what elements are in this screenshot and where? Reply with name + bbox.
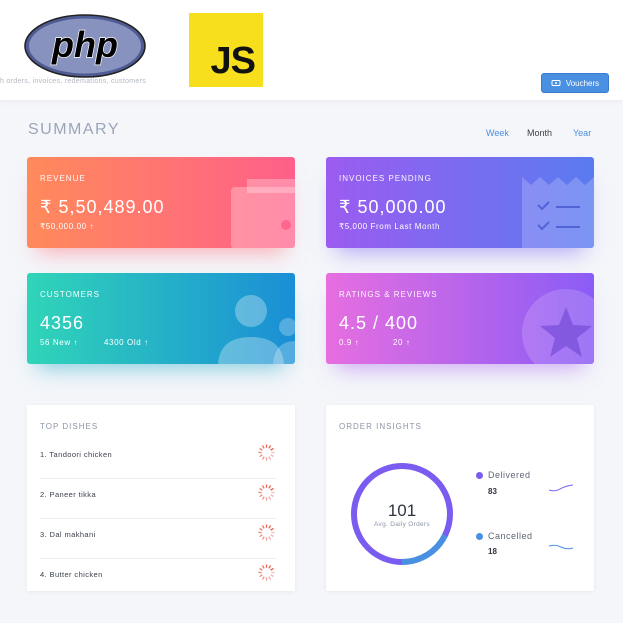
dish-name: 1. Tandoori chicken [40,450,113,459]
cancelled-dot-icon [476,533,483,540]
spinner-tick [270,534,274,538]
spinner-tick [259,527,263,531]
dish-name: 4. Butter chicken [40,570,103,579]
spinner-tick [268,445,272,449]
spinner-tick [270,527,274,531]
invoices-pending-card[interactable]: INVOICES PENDING ₹ 50,000.00 ₹5,000 From… [326,157,594,248]
invoices-label: INVOICES PENDING [339,174,432,183]
vouchers-button[interactable]: Vouchers [541,73,609,93]
spinner-tick [261,485,265,489]
spinner-tick [261,496,265,500]
loading-spinner-icon [258,444,275,461]
spinner-tick [268,536,272,540]
customers-value: 4356 [40,313,85,333]
dish-item[interactable]: 1. Tandoori chicken [40,439,276,479]
delivered-sparkline [548,484,574,492]
spinner-tick [268,496,272,500]
spinner-tick [270,567,274,571]
vouchers-label: Vouchers [565,78,600,88]
summary-title: SUMMARY [28,121,120,138]
top-dishes-panel: TOP DISHES 1. Tandoori chicken 2. Paneer… [27,405,295,591]
spinner-tick [261,445,265,449]
spinner-tick [259,494,263,498]
top-dishes-title: TOP DISHES [40,422,99,431]
spinner-tick [270,487,274,491]
period-month-tab[interactable]: Month [527,128,552,138]
spinner-tick [270,494,274,498]
order-insights-title: ORDER INSIGHTS [339,422,422,431]
customers-label: CUSTOMERS [40,290,100,299]
spinner-tick [270,454,274,458]
js-logo-text: JS [210,40,256,82]
revenue-value: ₹ 5,50,489.00 [40,197,165,217]
customers-old: 4300 Old ↑ [104,338,149,347]
spinner-tick [259,534,263,538]
cancelled-label: Cancelled [488,531,533,541]
spinner-tick [261,525,265,529]
php-logo: php [24,14,146,78]
revenue-label: REVENUE [40,174,86,183]
dish-item[interactable]: 4. Butter chicken [40,559,276,599]
avg-orders-label: Avg. Daily Orders [374,521,430,528]
users-icon [218,295,295,364]
spinner-tick [261,565,265,569]
receipt-icon [522,177,594,248]
php-logo-text: php [51,24,118,65]
period-year-tab[interactable]: Year [573,128,591,138]
ratings-value: 4.5 / 400 [339,313,419,333]
loading-spinner-icon [258,524,275,541]
header-subtitle: h orders, invoices, redemations, custome… [0,78,147,85]
star-icon [522,289,594,364]
spinner-tick [270,574,274,578]
spinner-tick [268,565,272,569]
delivered-label: Delivered [488,470,531,480]
period-week-tab[interactable]: Week [486,128,509,138]
spinner-tick [259,487,263,491]
ratings-label: RATINGS & REVIEWS [339,290,438,299]
delivered-value: 83 [488,487,497,496]
delivered-dot-icon [476,472,483,479]
cancelled-sparkline [548,544,574,550]
spinner-tick [270,447,274,451]
js-logo: JS [189,13,263,87]
cancelled-value: 18 [488,547,497,556]
invoices-value: ₹ 50,000.00 [339,197,447,217]
revenue-change: ₹50,000.00 ↑ [40,222,95,231]
invoices-change: ₹5,000 From Last Month [339,222,440,231]
spinner-tick [268,485,272,489]
dish-name: 2. Paneer tikka [40,490,97,499]
top-header: php JS h orders, invoices, redemations, … [0,0,623,100]
spinner-tick [268,456,272,460]
spinner-tick [259,447,263,451]
spinner-tick [259,454,263,458]
customers-new: 56 New ↑ [40,338,79,347]
ratings-change: 0.9 ↑ [339,338,360,347]
spinner-tick [268,525,272,529]
spinner-tick [268,576,272,580]
wallet-icon [231,179,295,248]
spinner-tick [261,456,265,460]
dish-item[interactable]: 2. Paneer tikka [40,479,276,519]
spinner-tick [259,567,263,571]
loading-spinner-icon [258,484,275,501]
reviews-change: 20 ↑ [393,338,411,347]
spinner-tick [261,576,265,580]
spinner-tick [259,574,263,578]
voucher-icon [551,80,561,86]
order-insights-panel: ORDER INSIGHTS 101 Avg. Daily Orders Del… [326,405,594,591]
customers-card[interactable]: CUSTOMERS 4356 56 New ↑ 4300 Old ↑ [27,273,295,364]
loading-spinner-icon [258,564,275,581]
ratings-reviews-card[interactable]: RATINGS & REVIEWS 4.5 / 400 0.9 ↑ 20 ↑ [326,273,594,364]
avg-orders-value: 101 [387,501,417,520]
spinner-tick [261,536,265,540]
dish-name: 3. Dal makhani [40,530,96,539]
dish-item[interactable]: 3. Dal makhani [40,519,276,559]
revenue-card[interactable]: REVENUE ₹ 5,50,489.00 ₹50,000.00 ↑ [27,157,295,248]
